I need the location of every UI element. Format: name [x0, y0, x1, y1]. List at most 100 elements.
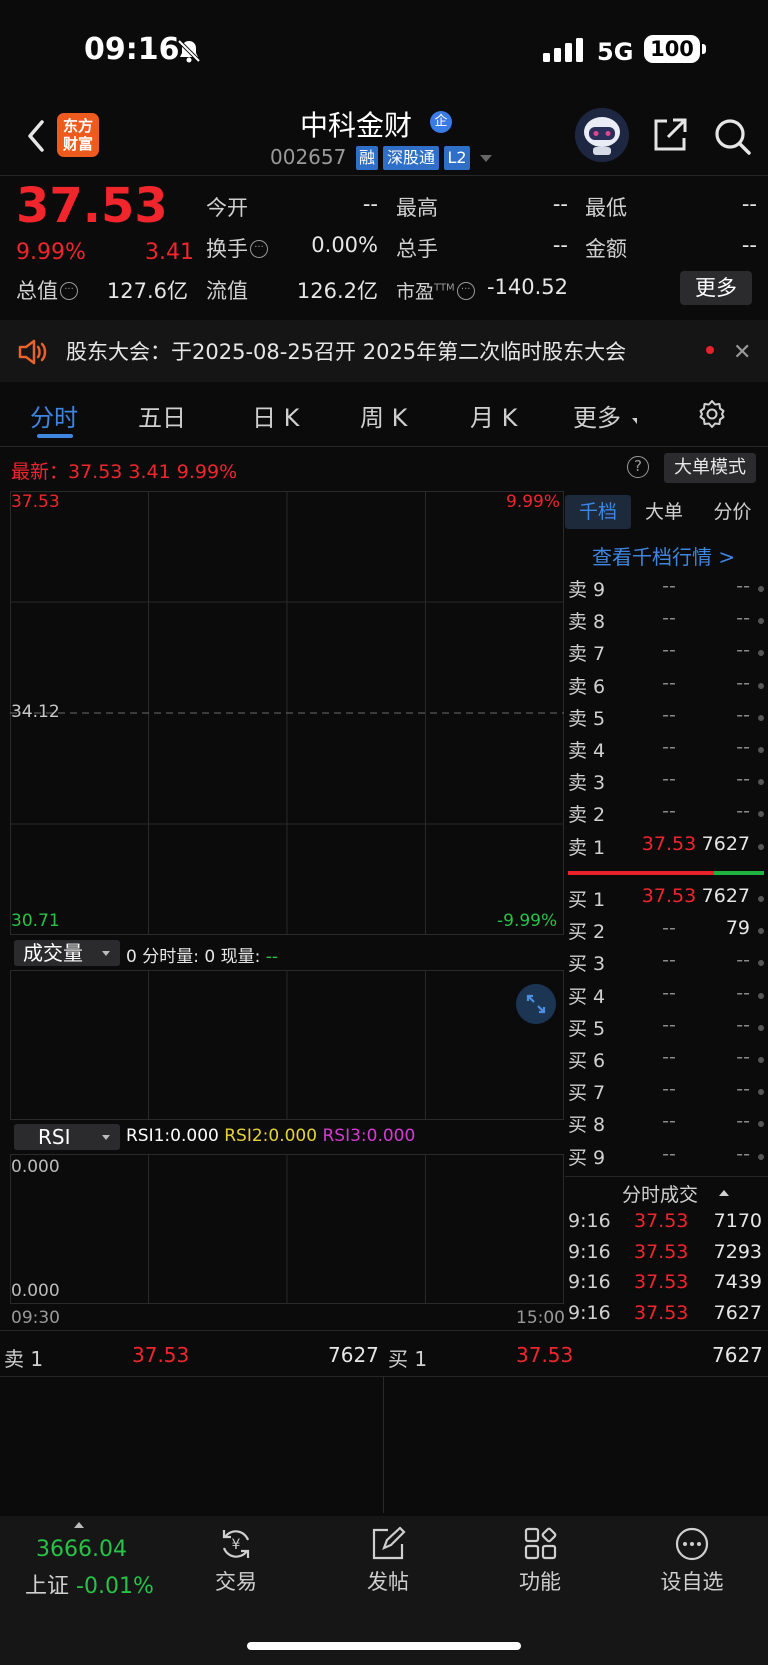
strip-ask-vol: 7627 [328, 1343, 379, 1367]
trades-header[interactable]: 分时成交 [622, 1180, 698, 1207]
back-arrow-icon[interactable] [22, 118, 52, 154]
tab-depth[interactable]: 千档 [565, 495, 631, 529]
trade-time: 9:16 [568, 1271, 611, 1293]
bid-row[interactable]: 买 5 -- -- [568, 1014, 768, 1046]
bid-volume: -- [736, 949, 750, 972]
strip-bid-label: 买 1 [388, 1347, 428, 1371]
tab-more[interactable]: 更多 [573, 398, 621, 433]
trade-price: 37.53 [634, 1210, 689, 1232]
volume-value: -- [552, 233, 568, 257]
rsi-indicator-select[interactable]: RSI [14, 1124, 120, 1150]
volume-chart[interactable] [10, 970, 564, 1120]
ask-row[interactable]: 卖 3 -- -- [568, 768, 768, 800]
tab-price-volume[interactable]: 分价 [697, 495, 768, 529]
bid-row[interactable]: 买 4 -- -- [568, 982, 768, 1014]
row-dot-icon [758, 928, 764, 935]
info-icon[interactable]: ··· [456, 282, 475, 300]
trade-row: 9:16 37.53 7439 [568, 1271, 768, 1301]
big-order-mode-button[interactable]: 大单模式 [664, 453, 756, 483]
gear-icon[interactable] [697, 399, 727, 429]
chart-bottom-pct: -9.99% [497, 911, 558, 931]
ask-row[interactable]: 卖 9 -- -- [568, 575, 768, 607]
bid-row[interactable]: 买 1 37.53 7627 [568, 885, 768, 917]
ask-row[interactable]: 卖 5 -- -- [568, 704, 768, 736]
bid-row[interactable]: 买 9 -- -- [568, 1143, 768, 1175]
ask-volume: -- [736, 671, 750, 694]
bid-row[interactable]: 买 7 -- -- [568, 1078, 768, 1110]
nav-watchlist-label: 设自选 [660, 1570, 724, 1594]
tab-five-day[interactable]: 五日 [138, 398, 186, 433]
ask-row[interactable]: 卖 7 -- -- [568, 639, 768, 671]
ask-price: -- [662, 736, 676, 758]
bid-volume: -- [736, 1110, 750, 1133]
chart-mid-price: 34.12 [11, 702, 60, 722]
bid-row[interactable]: 买 2 -- 79 [568, 917, 768, 949]
help-icon[interactable]: ? [627, 456, 649, 478]
ask-volume: -- [736, 575, 750, 597]
info-icon[interactable]: ··· [250, 240, 268, 258]
svg-text:¥: ¥ [232, 1537, 241, 1553]
more-fields-button[interactable]: 更多 [680, 271, 752, 305]
bid-row[interactable]: 买 3 -- -- [568, 949, 768, 981]
ask-row[interactable]: 卖 4 -- -- [568, 736, 768, 768]
bid-price: -- [662, 917, 676, 940]
bid-row[interactable]: 买 8 -- -- [568, 1110, 768, 1142]
tab-intraday[interactable]: 分时 [30, 398, 78, 433]
bid-price: 37.53 [641, 885, 697, 907]
ask-row[interactable]: 卖 1 37.53 7627 [568, 833, 768, 865]
assistant-robot-icon[interactable] [575, 108, 629, 162]
ask-price: -- [662, 607, 676, 630]
tab-weekly-k[interactable]: 周 K [360, 398, 407, 433]
tab-daily-k[interactable]: 日 K [252, 398, 299, 433]
volume-info-text: 0 分时量: 0 现量: [126, 947, 266, 967]
bid-price: -- [662, 1046, 676, 1068]
tab-big-orders[interactable]: 大单 [631, 495, 697, 529]
index-value[interactable]: 3666.04 [36, 1537, 127, 1562]
index-name[interactable]: 上证 -0.01% [25, 1568, 154, 1600]
bell-muted-icon [177, 39, 201, 63]
expand-icon[interactable] [516, 984, 556, 1024]
row-dot-icon [758, 747, 764, 753]
intraday-price-chart[interactable] [10, 491, 564, 935]
info-icon[interactable]: ··· [60, 282, 78, 300]
rsi-chart[interactable] [10, 1154, 564, 1304]
ask-level-label: 卖 5 [568, 707, 606, 730]
ask-level-label: 卖 8 [568, 611, 606, 634]
nav-trade[interactable]: ¥ 交易 [186, 1526, 286, 1596]
tabs-divider [0, 446, 768, 447]
tab-monthly-k[interactable]: 月 K [470, 398, 517, 433]
nav-watchlist[interactable]: 设自选 [642, 1526, 742, 1596]
bid-level-label: 买 5 [568, 1017, 606, 1040]
mktcap-value: 127.6亿 [106, 279, 188, 303]
home-indicator[interactable] [247, 1642, 521, 1650]
row-dot-icon [758, 1089, 764, 1096]
nav-post[interactable]: 发帖 [338, 1526, 438, 1596]
ask-row[interactable]: 卖 2 -- -- [568, 800, 768, 832]
ask-level-label: 卖 2 [568, 804, 606, 827]
ask-row[interactable]: 卖 6 -- -- [568, 672, 768, 704]
high-label: 最高 [396, 196, 438, 220]
search-icon[interactable] [712, 116, 752, 156]
bid-volume: -- [736, 981, 750, 1004]
app-logo[interactable]: 东方财富 [57, 113, 99, 157]
bid-volume: -- [736, 1013, 750, 1036]
volume-indicator-select[interactable]: 成交量 [14, 940, 120, 966]
close-icon[interactable]: ✕ [733, 340, 751, 365]
ask-price: -- [662, 768, 676, 791]
stock-name: 中科金财 [300, 109, 413, 142]
nav-functions[interactable]: 功能 [490, 1526, 590, 1596]
caret-up-icon[interactable] [74, 1522, 84, 1528]
view-depth-link[interactable]: 查看千档行情 > [592, 541, 735, 570]
ask-row[interactable]: 卖 8 -- -- [568, 607, 768, 639]
share-icon[interactable] [651, 116, 689, 154]
rsi3-value: RSI3:0.000 [322, 1126, 416, 1146]
rsi-bottom-value: 0.000 [11, 1281, 60, 1301]
notice-text[interactable]: 股东大会：于2025-08-25召开 2025年第二次临时股东大会 [66, 336, 626, 366]
bid-level-label: 买 6 [568, 1050, 606, 1072]
time-axis-start: 09:30 [11, 1308, 60, 1328]
strip-ask-label: 卖 1 [4, 1347, 44, 1371]
trade-time: 9:16 [568, 1210, 611, 1232]
trade-volume: 7293 [713, 1240, 762, 1263]
tags-dropdown-icon[interactable] [480, 155, 492, 162]
bid-row[interactable]: 买 6 -- -- [568, 1046, 768, 1078]
